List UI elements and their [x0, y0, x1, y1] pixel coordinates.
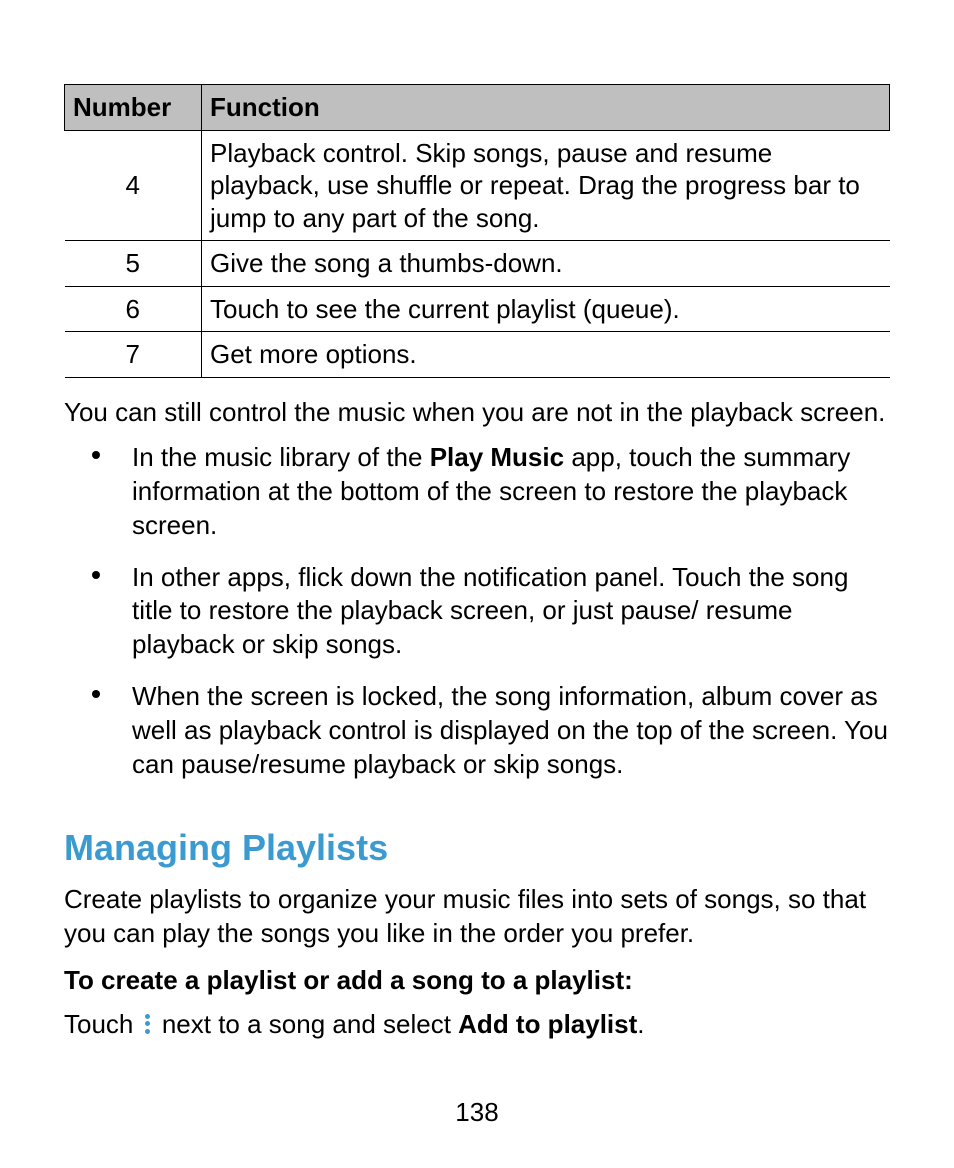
table-cell-number: 5: [65, 241, 202, 287]
function-table: Number Function 4 Playback control. Skip…: [64, 84, 890, 378]
list-text-bold: Play Music: [430, 442, 564, 472]
table-row: 4 Playback control. Skip songs, pause an…: [65, 130, 890, 241]
bullet-list: In the music library of the Play Music a…: [64, 441, 890, 799]
section-heading: Managing Playlists: [64, 827, 890, 869]
table-row: 5 Give the song a thumbs-down.: [65, 241, 890, 287]
table-header-function: Function: [202, 85, 890, 131]
table-header-row: Number Function: [65, 85, 890, 131]
more-options-icon: [141, 1011, 155, 1036]
table-header-number: Number: [65, 85, 202, 131]
table-cell-number: 6: [65, 286, 202, 332]
paragraph: Create playlists to organize your music …: [64, 883, 890, 951]
table-row: 6 Touch to see the current playlist (que…: [65, 286, 890, 332]
list-text: In the music library of the: [132, 442, 430, 472]
bullet-icon: [92, 690, 100, 698]
bullet-icon: [92, 451, 100, 459]
instruction-text: Touch: [64, 1009, 141, 1039]
list-text: When the screen is locked, the song info…: [132, 681, 888, 779]
instruction: Touch next to a song and select Add to p…: [64, 1008, 890, 1042]
table-cell-number: 7: [65, 332, 202, 378]
list-item: When the screen is locked, the song info…: [64, 680, 890, 799]
sub-heading: To create a playlist or add a song to a …: [64, 965, 890, 996]
table-cell-desc: Get more options.: [202, 332, 890, 378]
document-page: Number Function 4 Playback control. Skip…: [0, 0, 954, 1168]
table-cell-desc: Touch to see the current playlist (queue…: [202, 286, 890, 332]
list-text: In other apps, flick down the notificati…: [132, 562, 848, 660]
instruction-text: next to a song and select: [155, 1009, 459, 1039]
list-item: In other apps, flick down the notificati…: [64, 561, 890, 680]
table-row: 7 Get more options.: [65, 332, 890, 378]
table-cell-desc: Playback control. Skip songs, pause and …: [202, 130, 890, 241]
page-number: 138: [0, 1097, 954, 1128]
list-item: In the music library of the Play Music a…: [64, 441, 890, 560]
instruction-text: .: [637, 1009, 644, 1039]
table-cell-number: 4: [65, 130, 202, 241]
bullet-icon: [92, 571, 100, 579]
instruction-bold: Add to playlist: [458, 1009, 637, 1039]
table-cell-desc: Give the song a thumbs-down.: [202, 241, 890, 287]
paragraph: You can still control the music when you…: [64, 396, 890, 430]
